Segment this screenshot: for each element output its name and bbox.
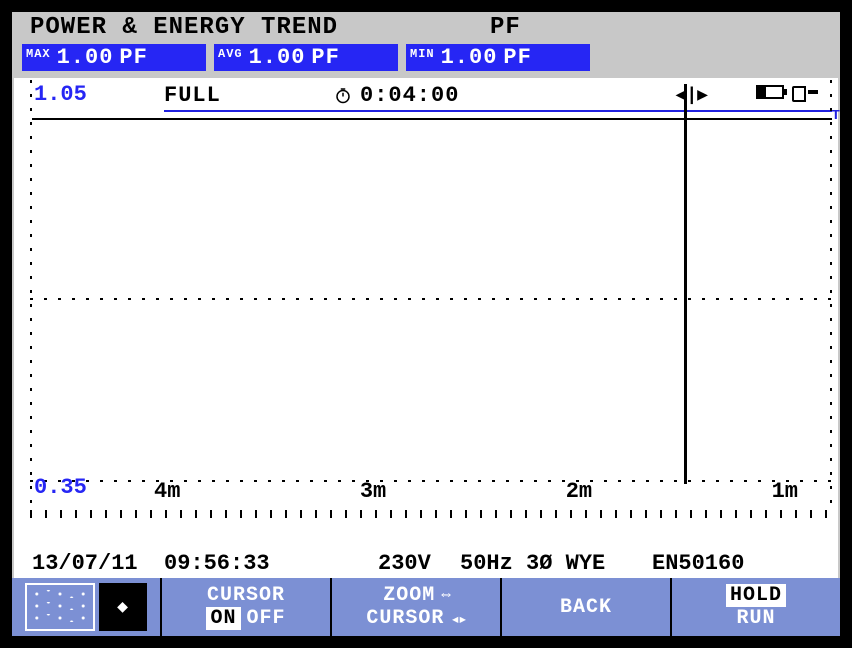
stat-max: MAX 1.00 PF <box>22 44 206 71</box>
f3-label: ZOOM <box>383 584 435 607</box>
plot-frame <box>30 80 832 512</box>
x-axis-labels: 4m 3m 2m 1m <box>154 479 798 504</box>
chart-header: FULL 0:04:00 <box>14 80 838 110</box>
softkey-f5-holdrun[interactable]: HOLD RUN <box>672 578 840 636</box>
updown-icon: ◆ <box>99 583 147 631</box>
f2-off: OFF <box>247 607 286 630</box>
grid-left <box>30 80 32 512</box>
f4-label: BACK <box>560 596 612 619</box>
waveform-icon <box>25 583 95 631</box>
f2-on: ON <box>206 607 240 630</box>
x-tick: 3m <box>360 479 386 504</box>
stat-min: MIN 1.00 PF <box>406 44 590 71</box>
f2-label: CURSOR <box>207 584 285 607</box>
x-tick: 4m <box>154 479 180 504</box>
page-title: POWER & ENERGY TREND <box>30 14 490 41</box>
grid-right <box>830 80 832 512</box>
stat-avg: AVG 1.00 PF <box>214 44 398 71</box>
x-tick: 2m <box>566 479 592 504</box>
plug-icon <box>792 84 814 100</box>
stats-row: MAX 1.00 PF AVG 1.00 PF MIN 1.00 PF <box>12 42 840 72</box>
cursor-vertical-line[interactable] <box>684 84 687 484</box>
screen: POWER & ENERGY TREND PF MAX 1.00 PF AVG … <box>8 8 844 640</box>
stat-min-value: 1.00 <box>441 45 498 70</box>
device-frame: POWER & ENERGY TREND PF MAX 1.00 PF AVG … <box>0 0 852 648</box>
zoom-vert-icon: ⇔ <box>441 587 449 605</box>
stat-min-tag: MIN <box>410 47 435 61</box>
battery-icon <box>756 85 784 99</box>
timer-value: 0:04:00 <box>360 83 459 108</box>
mode-label: FULL <box>164 83 334 108</box>
stat-max-value: 1.00 <box>57 45 114 70</box>
stat-avg-value: 1.00 <box>249 45 306 70</box>
status-standard: EN50160 <box>652 551 744 576</box>
chart-area[interactable]: 1.05 FULL 0:04:00 ◀|▶ T <box>14 78 838 548</box>
x-tick-marks <box>30 510 832 518</box>
title-bar: POWER & ENERGY TREND PF <box>12 12 840 42</box>
header-underline <box>164 110 832 112</box>
softkey-row: ◆ CURSOR ON OFF ZOOM ⇔ CURSOR ◂▸ <box>12 578 840 636</box>
clock-icon <box>334 86 352 104</box>
f3-sublabel: CURSOR <box>366 607 444 630</box>
timer-label: 0:04:00 <box>334 83 484 108</box>
status-time: 09:56:33 <box>164 551 304 576</box>
softkey-f2-cursor[interactable]: CURSOR ON OFF <box>162 578 332 636</box>
f5-hold: HOLD <box>726 584 786 607</box>
softkey-f4-back[interactable]: BACK <box>502 578 672 636</box>
cursor-marker-icon: ◀|▶ <box>676 84 708 106</box>
stat-avg-unit: PF <box>311 45 339 70</box>
status-freq-phase: 50Hz 3Ø WYE <box>460 551 640 576</box>
zoom-horiz-icon: ◂▸ <box>450 609 465 629</box>
stat-max-unit: PF <box>119 45 147 70</box>
measure-label: PF <box>490 14 521 41</box>
status-voltage: 230V <box>378 551 448 576</box>
stat-min-unit: PF <box>503 45 531 70</box>
stat-max-tag: MAX <box>26 47 51 61</box>
grid-mid <box>30 298 832 300</box>
stat-avg-tag: AVG <box>218 47 243 61</box>
total-marker: T <box>832 108 840 124</box>
softkey-f3-zoom[interactable]: ZOOM ⇔ CURSOR ◂▸ <box>332 578 502 636</box>
status-date: 13/07/11 <box>32 551 152 576</box>
trend-signal-line <box>32 118 832 120</box>
updown-glyph: ◆ <box>117 596 129 618</box>
power-status <box>756 84 814 100</box>
x-tick: 1m <box>772 479 798 504</box>
status-bar: 13/07/11 09:56:33 230V 50Hz 3Ø WYE EN501… <box>14 548 838 578</box>
f5-run: RUN <box>736 607 775 630</box>
softkey-f1[interactable]: ◆ <box>12 578 162 636</box>
y-axis-bottom: 0.35 <box>34 475 87 500</box>
